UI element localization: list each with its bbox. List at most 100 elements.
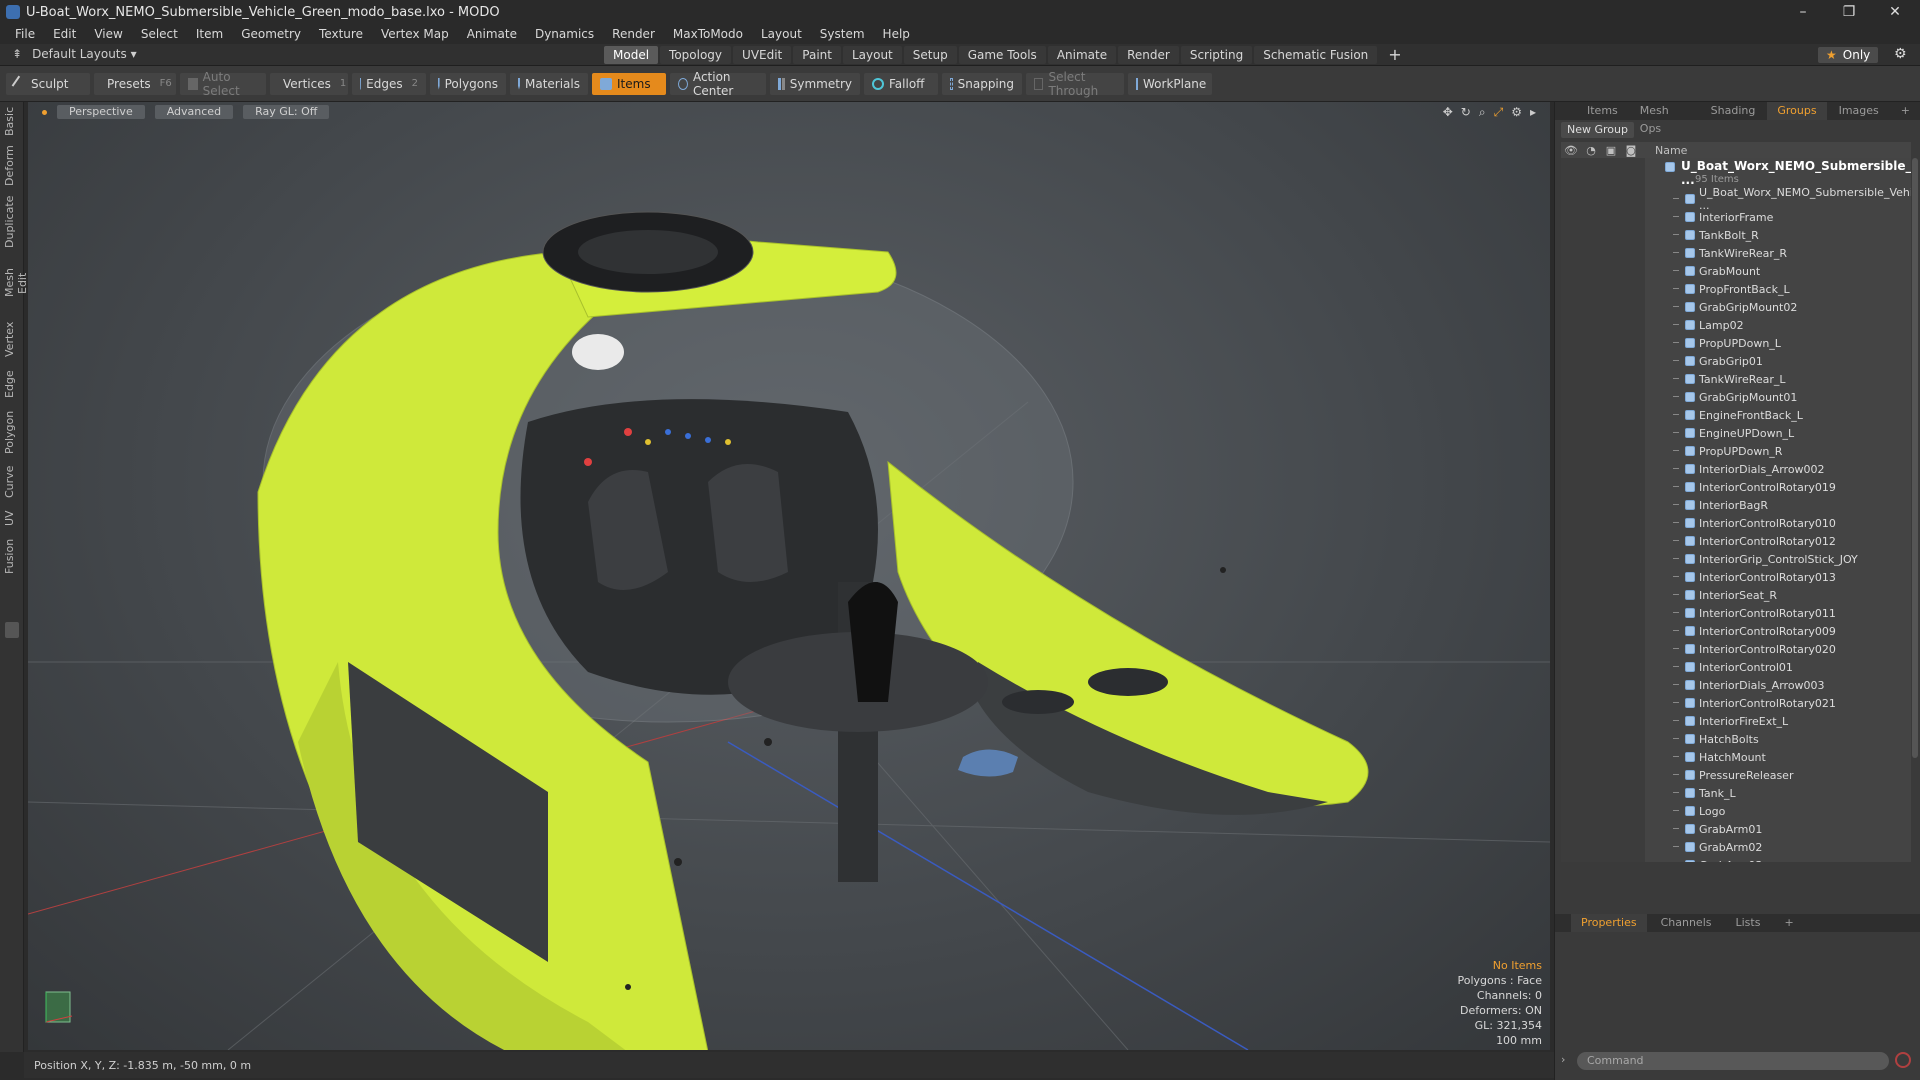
list-item[interactable]: InteriorControl01 <box>1561 658 1911 676</box>
left-tab-fusion[interactable]: Fusion <box>3 536 21 576</box>
list-item[interactable]: InteriorControlRotary011 <box>1561 604 1911 622</box>
menu-maxtomodo[interactable]: MaxToModo <box>664 27 752 41</box>
list-item[interactable]: PressureReleaser <box>1561 766 1911 784</box>
tab-game-tools[interactable]: Game Tools <box>958 46 1046 64</box>
left-tab-uv[interactable]: UV <box>3 506 21 530</box>
list-item[interactable]: PropUPDown_L <box>1561 334 1911 352</box>
list-item[interactable]: HatchBolts <box>1561 730 1911 748</box>
list-item[interactable]: TankWireRear_R <box>1561 244 1911 262</box>
tab-groups[interactable]: Groups <box>1767 102 1827 120</box>
list-item[interactable]: Logo <box>1561 802 1911 820</box>
left-tab-duplicate[interactable]: Duplicate <box>3 196 21 248</box>
add-panel-tab-button[interactable]: + <box>1891 102 1920 120</box>
tab-paint[interactable]: Paint <box>793 46 841 64</box>
zoom-icon[interactable]: ⌕ <box>1479 105 1486 120</box>
add-props-tab-button[interactable]: + <box>1774 914 1803 932</box>
list-item[interactable]: EngineFrontBack_L <box>1561 406 1911 424</box>
tab-topology[interactable]: Topology <box>660 46 732 64</box>
menu-texture[interactable]: Texture <box>310 27 372 41</box>
select-through-button[interactable]: Select Through <box>1026 70 1124 98</box>
menu-layout[interactable]: Layout <box>752 27 811 41</box>
list-item[interactable]: TankWireRear_L <box>1561 370 1911 388</box>
tab-uvedit[interactable]: UVEdit <box>733 46 792 64</box>
maximize-button[interactable]: ❐ <box>1826 0 1872 24</box>
symmetry-button[interactable]: Symmetry <box>770 72 860 95</box>
list-item[interactable]: InteriorGrip_ControlStick_JOY <box>1561 550 1911 568</box>
list-item[interactable]: InteriorControlRotary021 <box>1561 694 1911 712</box>
list-item[interactable]: InteriorControlRotary010 <box>1561 514 1911 532</box>
list-item[interactable]: Lamp02 <box>1561 316 1911 334</box>
menu-edit[interactable]: Edit <box>44 27 85 41</box>
menu-system[interactable]: System <box>811 27 874 41</box>
tab-shading[interactable]: Shading <box>1701 102 1766 120</box>
tab-channels[interactable]: Channels <box>1651 914 1722 932</box>
left-panel-toggle[interactable] <box>5 622 19 638</box>
list-item[interactable]: GrabArm03 <box>1561 856 1911 862</box>
raygl-dropdown[interactable]: Ray GL: Off <box>243 105 330 119</box>
edges-button[interactable]: Edges 2 <box>352 72 426 95</box>
left-tab-vertex[interactable]: Vertex <box>3 320 21 358</box>
list-item[interactable]: GrabArm02 <box>1561 838 1911 856</box>
menu-render[interactable]: Render <box>603 27 664 41</box>
list-item[interactable]: InteriorControlRotary019 <box>1561 478 1911 496</box>
list-item[interactable]: Tank_L <box>1561 784 1911 802</box>
tab-schematic-fusion[interactable]: Schematic Fusion <box>1254 46 1378 64</box>
left-tab-polygon[interactable]: Polygon <box>3 408 21 456</box>
left-tab-curve[interactable]: Curve <box>3 464 21 500</box>
snapping-button[interactable]: Snapping <box>942 72 1022 95</box>
list-item[interactable]: PropFrontBack_L <box>1561 280 1911 298</box>
tab-model[interactable]: Model <box>604 46 659 64</box>
default-layouts-dropdown[interactable]: Default Layouts ▾ <box>32 47 137 61</box>
list-item[interactable]: InteriorDials_Arrow003 <box>1561 676 1911 694</box>
tab-items[interactable]: Items <box>1577 102 1628 120</box>
layout-arrow-icon[interactable]: ⇞ <box>12 47 22 61</box>
shading-advanced-dropdown[interactable]: Advanced <box>154 105 234 119</box>
pan-icon[interactable]: ✥ <box>1443 105 1453 120</box>
list-item[interactable]: InteriorFrame <box>1561 208 1911 226</box>
tab-lists[interactable]: Lists <box>1726 914 1771 932</box>
list-item[interactable]: InteriorSeat_R <box>1561 586 1911 604</box>
menu-dynamics[interactable]: Dynamics <box>526 27 603 41</box>
render-icon[interactable]: ◔ <box>1581 144 1601 157</box>
fit-icon[interactable]: ⤢ <box>1494 105 1504 120</box>
expand-arrow-icon[interactable]: ▸ <box>1530 105 1536 120</box>
list-item[interactable]: HatchMount <box>1561 748 1911 766</box>
only-toggle[interactable]: ★ Only <box>1818 47 1879 63</box>
polygons-button[interactable]: Polygons <box>430 72 506 95</box>
list-item[interactable]: InteriorControlRotary013 <box>1561 568 1911 586</box>
menu-view[interactable]: View <box>85 27 131 41</box>
sculpt-button[interactable]: Sculpt <box>6 72 90 95</box>
menu-file[interactable]: File <box>6 27 44 41</box>
items-button[interactable]: Items <box>592 72 666 95</box>
command-record-icon[interactable] <box>1895 1052 1911 1068</box>
groups-scrollbar[interactable] <box>1912 158 1918 758</box>
menu-item[interactable]: Item <box>187 27 232 41</box>
list-item[interactable]: InteriorDials_Arrow002 <box>1561 460 1911 478</box>
tab-images[interactable]: Images <box>1829 102 1889 120</box>
tab-properties[interactable]: Properties <box>1571 914 1647 932</box>
list-item[interactable]: EngineUPDown_L <box>1561 424 1911 442</box>
rotate-icon[interactable]: ↻ <box>1461 105 1471 120</box>
minimize-button[interactable]: – <box>1780 0 1826 24</box>
workplane-button[interactable]: WorkPlane <box>1128 72 1212 95</box>
menu-geometry[interactable]: Geometry <box>232 27 310 41</box>
materials-button[interactable]: Materials <box>510 72 588 95</box>
lock-icon[interactable]: ▣ <box>1601 144 1621 157</box>
menu-help[interactable]: Help <box>874 27 919 41</box>
list-item[interactable]: InteriorControlRotary012 <box>1561 532 1911 550</box>
tab-layout[interactable]: Layout <box>842 46 902 64</box>
left-tab-basic[interactable]: Basic <box>3 106 21 136</box>
list-item[interactable]: InteriorControlRotary009 <box>1561 622 1911 640</box>
tab-setup[interactable]: Setup <box>903 46 957 64</box>
tab-mesh-ops[interactable]: Mesh Ops <box>1630 102 1699 135</box>
add-tab-button[interactable]: + <box>1379 46 1410 64</box>
3d-viewport[interactable]: Perspective Advanced Ray GL: Off ✥ ↻ ⌕ ⤢… <box>28 102 1550 1050</box>
list-item[interactable]: GrabArm01 <box>1561 820 1911 838</box>
left-tab-edge[interactable]: Edge <box>3 368 21 400</box>
list-item[interactable]: InteriorFireExt_L <box>1561 712 1911 730</box>
list-item[interactable]: U_Boat_Worx_NEMO_Submersible_Vehi ... <box>1561 186 1911 212</box>
viewport-settings-icon[interactable]: ⚙ <box>1511 105 1522 120</box>
tab-animate[interactable]: Animate <box>1047 46 1117 64</box>
select-icon[interactable]: ◙ <box>1621 144 1641 157</box>
list-item[interactable]: GrabMount <box>1561 262 1911 280</box>
